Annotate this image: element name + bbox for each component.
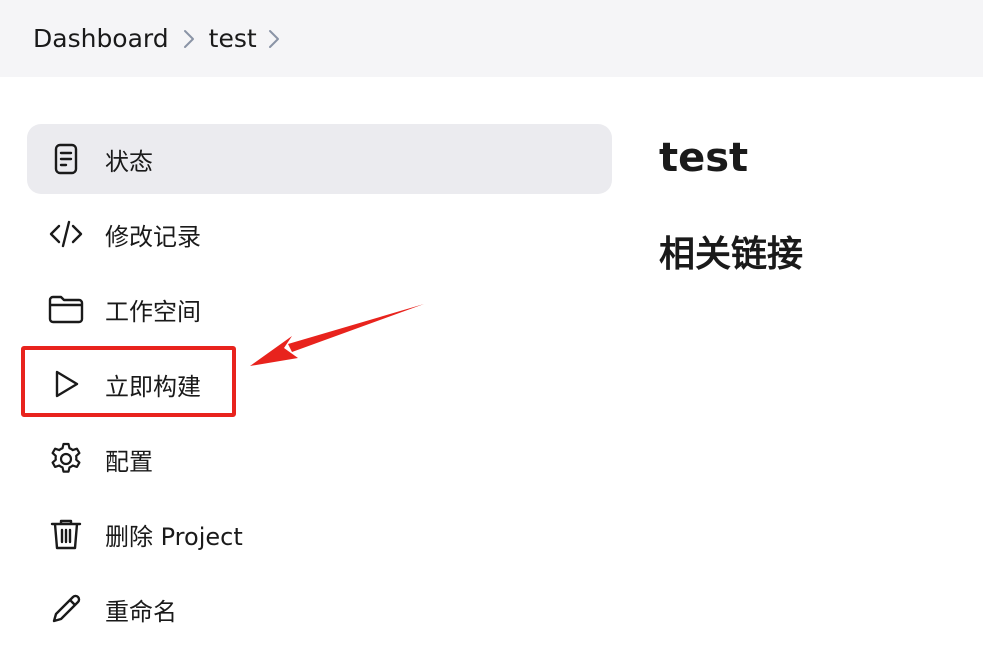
sidebar-item-label: 状态: [105, 147, 153, 176]
related-links-heading: 相关链接: [659, 234, 804, 275]
sidebar-item-rename[interactable]: 重命名: [27, 574, 612, 644]
play-icon: [47, 365, 85, 403]
trash-icon: [47, 515, 85, 553]
sidebar-item-label: 重命名: [105, 597, 177, 626]
sidebar-item-label: 立即构建: [105, 372, 201, 401]
breadcrumb-dashboard-link[interactable]: Dashboard: [33, 24, 169, 53]
sidebar-item-workspace[interactable]: 工作空间: [27, 274, 612, 344]
sidebar-item-label: 删除 Project: [105, 522, 243, 551]
sidebar-item-label: 修改记录: [105, 222, 201, 251]
sidebar-item-configure[interactable]: 配置: [27, 424, 612, 494]
chevron-right-icon[interactable]: [257, 28, 291, 50]
chevron-right-icon[interactable]: [169, 28, 209, 50]
breadcrumb-test-link[interactable]: test: [209, 24, 257, 53]
main-content: test 相关链接: [659, 128, 969, 280]
sidebar-item-label: 工作空间: [105, 297, 201, 326]
sidebar-item-build-now[interactable]: 立即构建: [27, 349, 612, 419]
document-icon: [47, 140, 85, 178]
sidebar: 状态 修改记录 工作空间 立即构建 配置 删除 Project 重命名: [27, 124, 612, 649]
page-title: test: [659, 135, 749, 181]
code-icon: [47, 215, 85, 253]
breadcrumb: Dashboard test: [0, 0, 983, 77]
pencil-icon: [47, 590, 85, 628]
sidebar-item-changes[interactable]: 修改记录: [27, 199, 612, 269]
sidebar-item-delete-project[interactable]: 删除 Project: [27, 499, 612, 569]
gear-icon: [47, 440, 85, 478]
sidebar-item-status[interactable]: 状态: [27, 124, 612, 194]
folder-icon: [47, 290, 85, 328]
sidebar-item-label: 配置: [105, 447, 153, 476]
